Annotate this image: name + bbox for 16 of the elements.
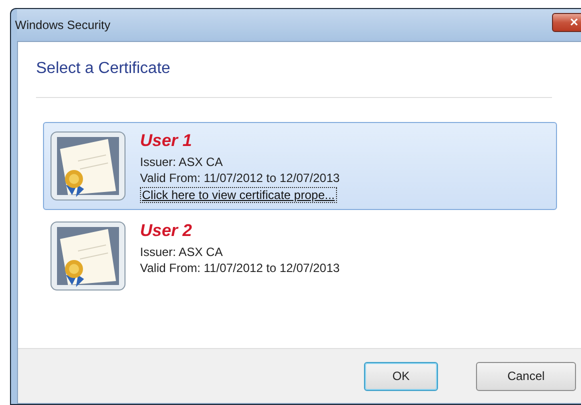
view-properties-link[interactable]: Click here to view certificate prope... — [140, 187, 337, 203]
certificate-item[interactable]: User 2 Issuer: ASX CA Valid From: 11/07/2012 to 12/07/2013 — [43, 212, 557, 298]
certificate-validity: Valid From: 11/07/2012 to 12/07/2013 — [140, 260, 340, 276]
cancel-button[interactable]: Cancel — [476, 362, 576, 390]
close-button[interactable]: ✕ — [552, 12, 581, 32]
certificate-name: User 1 — [140, 131, 193, 151]
window-title: Windows Security — [15, 18, 110, 32]
certificate-icon — [50, 221, 126, 291]
certificate-item[interactable]: User 1 Issuer: ASX CA Valid From: 11/07/2012 to 12/07/2013 Click here to view certificate prope... — [43, 122, 557, 210]
certificate-name: User 2 — [140, 221, 193, 241]
ok-button[interactable]: OK — [364, 362, 438, 390]
certificate-issuer: Issuer: ASX CA — [140, 244, 224, 260]
certificate-validity: Valid From: 11/07/2012 to 12/07/2013 — [140, 170, 340, 186]
certificate-issuer: Issuer: ASX CA — [140, 154, 224, 170]
certificate-icon — [50, 131, 126, 201]
dialog-heading: Select a Certificate — [36, 60, 172, 78]
